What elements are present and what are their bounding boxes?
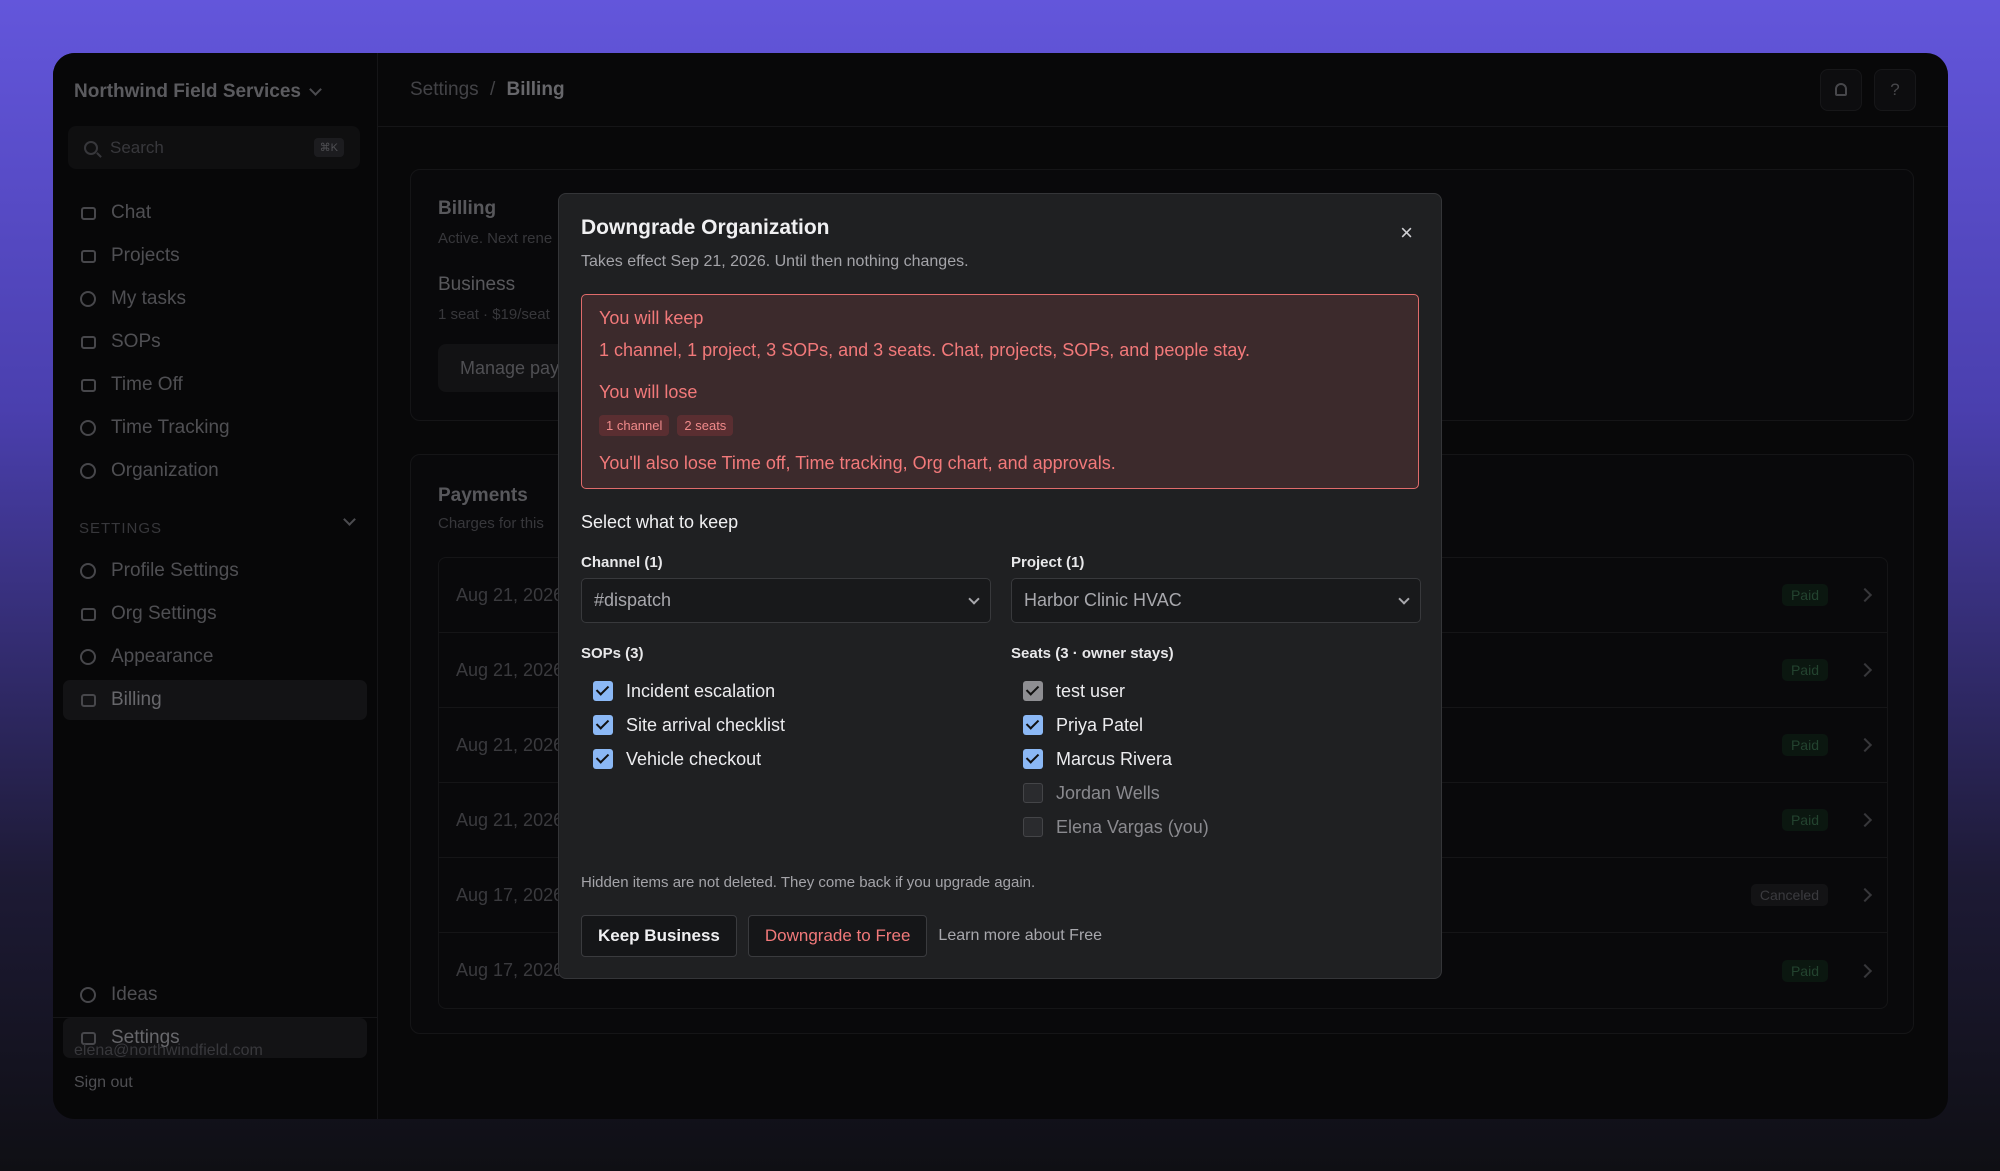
impact-warning: You will keep 1 channel, 1 project, 3 SO…	[581, 294, 1419, 489]
lose-detail: You'll also lose Time off, Time tracking…	[599, 453, 1116, 473]
downgrade-dialog: Downgrade Organization Takes effect Sep …	[558, 193, 1442, 979]
keep-heading: You will keep	[599, 308, 704, 328]
seats-label: Seats (3 · owner stays)	[1011, 645, 1174, 662]
channel-label: Channel (1)	[581, 554, 663, 571]
dialog-subtitle: Takes effect Sep 21, 2026. Until then no…	[581, 253, 969, 270]
checkbox-label: Incident escalation	[626, 680, 776, 701]
checkbox[interactable]	[1023, 715, 1043, 735]
learn-more-link[interactable]: Learn more about Free	[938, 927, 1102, 945]
project-select[interactable]: Harbor Clinic HVAC	[1011, 578, 1421, 623]
channel-value: #dispatch	[594, 590, 672, 610]
chevron-down-icon	[1398, 592, 1410, 605]
seat-checkbox-item[interactable]: Marcus Rivera	[1023, 742, 1209, 776]
checkbox-label: Elena Vargas (you)	[1056, 816, 1209, 837]
checkbox-label: Marcus Rivera	[1056, 748, 1173, 769]
sop-checkbox-item[interactable]: Incident escalation	[593, 674, 785, 708]
checkbox-label: Site arrival checklist	[626, 714, 786, 735]
checkbox[interactable]	[593, 681, 613, 701]
checkbox[interactable]	[1023, 749, 1043, 769]
seat-checkbox-item[interactable]: Elena Vargas (you)	[1023, 810, 1209, 844]
project-label: Project (1)	[1011, 554, 1085, 571]
seats-list: test user Priya Patel Marcus Rivera Jord…	[1023, 674, 1209, 844]
checkbox[interactable]	[593, 715, 613, 735]
dialog-title: Downgrade Organization	[581, 216, 830, 239]
chevron-down-icon	[968, 592, 980, 605]
seat-checkbox-item[interactable]: Jordan Wells	[1023, 776, 1209, 810]
keep-detail: 1 channel, 1 project, 3 SOPs, and 3 seat…	[599, 340, 1251, 360]
checkbox[interactable]	[1023, 783, 1043, 803]
sops-list: Incident escalation Site arrival checkli…	[593, 674, 785, 776]
checkbox-label: Jordan Wells	[1056, 782, 1160, 803]
checkbox	[1023, 681, 1043, 701]
checkbox-label: Vehicle checkout	[626, 748, 762, 769]
lose-tags: 1 channel 2 seats	[599, 415, 734, 436]
select-title: Select what to keep	[581, 512, 739, 532]
checkbox[interactable]	[593, 749, 613, 769]
downgrade-button[interactable]: Downgrade to Free	[747, 915, 928, 957]
sop-checkbox-item[interactable]: Site arrival checklist	[593, 708, 785, 742]
lose-heading: You will lose	[599, 382, 698, 402]
hidden-items-note: Hidden items are not deleted. They come …	[581, 874, 1036, 891]
project-value: Harbor Clinic HVAC	[1024, 590, 1182, 610]
checkbox-label: Priya Patel	[1056, 714, 1144, 735]
channel-select[interactable]: #dispatch	[581, 578, 991, 623]
seat-checkbox-item[interactable]: Priya Patel	[1023, 708, 1209, 742]
checkbox[interactable]	[1023, 817, 1043, 837]
lose-tag: 1 channel	[599, 415, 670, 436]
lose-tag: 2 seats	[677, 415, 734, 436]
sop-checkbox-item[interactable]: Vehicle checkout	[593, 742, 785, 776]
dialog-actions: Keep Business Downgrade to Free Learn mo…	[581, 915, 1102, 957]
checkbox-label: test user	[1056, 680, 1126, 701]
sops-label: SOPs (3)	[581, 645, 644, 662]
keep-business-button[interactable]: Keep Business	[581, 915, 737, 957]
seat-checkbox-item: test user	[1023, 674, 1209, 708]
close-icon[interactable]: ×	[1400, 220, 1413, 246]
